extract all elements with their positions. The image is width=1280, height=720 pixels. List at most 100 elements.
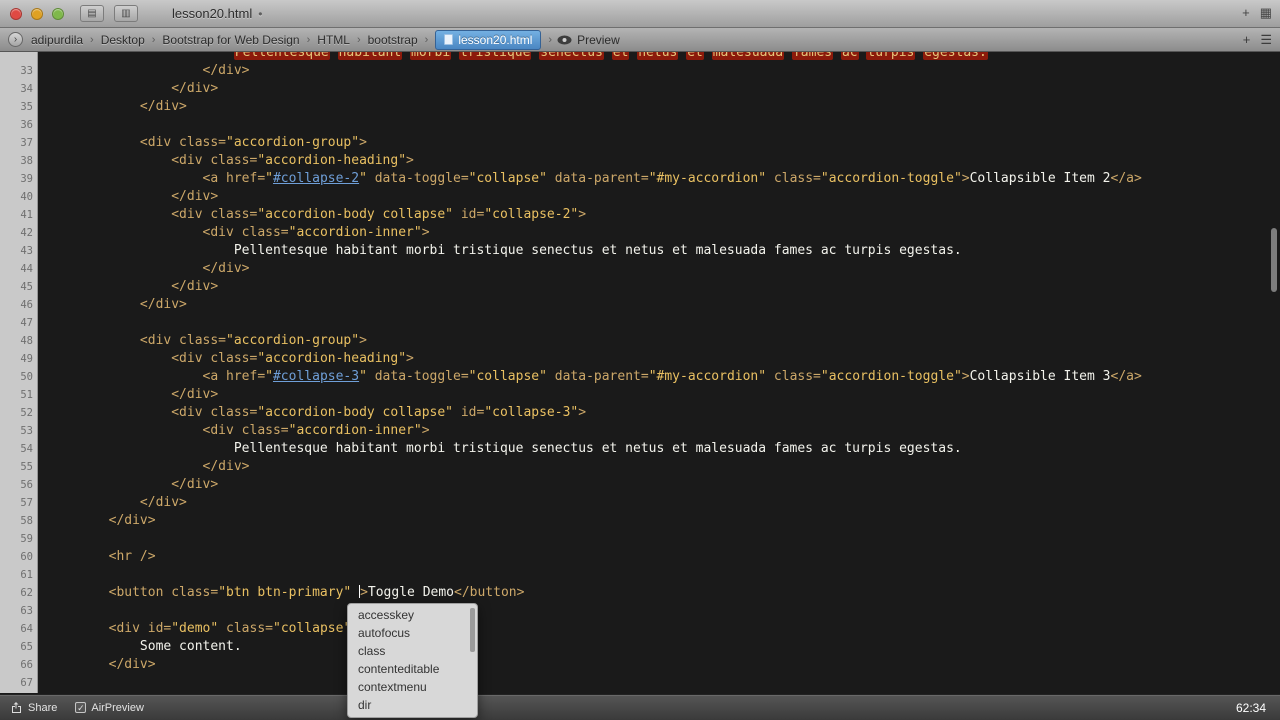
airpreview-toggle[interactable]: ✓ AirPreview <box>75 702 144 714</box>
line-number: 49 <box>20 353 33 365</box>
code-token: Pellentesque <box>233 52 330 60</box>
code-line[interactable]: 39 <a href="#collapse-2" data-toggle="co… <box>0 170 1280 188</box>
breadcrumb-item[interactable]: HTML <box>315 33 352 47</box>
zoom-button[interactable] <box>52 8 64 20</box>
modified-indicator: • <box>258 7 263 21</box>
code-text: <div class="accordion-inner"> <box>39 224 430 242</box>
code-token: <div class= <box>46 405 258 420</box>
popup-scrollbar-thumb[interactable] <box>470 608 475 652</box>
code-token: </div> <box>46 657 156 672</box>
editor-scrollbar-thumb[interactable] <box>1271 228 1277 292</box>
code-text: Pellentesque habitant morbi tristique se… <box>39 440 962 458</box>
code-token: </a> <box>1110 171 1142 186</box>
code-token: </div> <box>46 513 156 528</box>
code-line[interactable]: 42 <div class="accordion-inner"> <box>0 224 1280 242</box>
code-line[interactable]: 61 <box>0 566 1280 584</box>
code-token: > <box>421 225 430 240</box>
code-line[interactable]: 52 <div class="accordion-body collapse" … <box>0 404 1280 422</box>
share-button[interactable]: Share <box>10 701 57 714</box>
code-line[interactable]: 43 Pellentesque habitant morbi tristique… <box>0 242 1280 260</box>
autocomplete-item[interactable]: accesskey <box>348 606 477 624</box>
code-line[interactable]: 58 </div> <box>0 512 1280 530</box>
code-line[interactable]: 55 </div> <box>0 458 1280 476</box>
toolbar-view-icon[interactable]: ▤ <box>80 5 104 22</box>
code-line[interactable]: 48 <div class="accordion-group"> <box>0 332 1280 350</box>
code-line[interactable]: 46 </div> <box>0 296 1280 314</box>
code-line[interactable]: 60 <hr /> <box>0 548 1280 566</box>
breadcrumb-item[interactable]: Bootstrap for Web Design <box>160 33 301 47</box>
code-line[interactable]: 59 <box>0 530 1280 548</box>
code-line[interactable]: 64 <div id="demo" class="collapse"> <box>0 620 1280 638</box>
new-tab-icon[interactable]: + <box>1242 5 1250 21</box>
code-line[interactable]: 41 <div class="accordion-body collapse" … <box>0 206 1280 224</box>
code-token: > <box>406 351 414 366</box>
autocomplete-item[interactable]: class <box>348 642 477 660</box>
line-number: 58 <box>20 515 33 527</box>
code-line[interactable]: 50 <a href="#collapse-3" data-toggle="co… <box>0 368 1280 386</box>
add-icon[interactable]: + <box>1243 32 1251 48</box>
code-line[interactable]: Pellentesque habitant morbi tristique se… <box>0 52 1280 62</box>
code-line[interactable]: 62 <button class="btn btn-primary" >Togg… <box>0 584 1280 602</box>
code-text: </div> <box>39 188 218 206</box>
breadcrumb-item[interactable]: Desktop <box>99 33 147 47</box>
code-line[interactable]: 36 <box>0 116 1280 134</box>
code-line[interactable]: 65 Some content. <box>0 638 1280 656</box>
code-token: id= <box>453 405 485 420</box>
code-token: Collapsible Item 3 <box>969 369 1111 384</box>
code-editor[interactable]: Pellentesque habitant morbi tristique se… <box>0 52 1280 693</box>
breadcrumb-item[interactable]: adipurdila <box>29 33 85 47</box>
list-icon[interactable]: ☰ <box>1260 32 1272 48</box>
preview-label: Preview <box>577 32 620 47</box>
autocomplete-item[interactable]: disabled <box>348 714 477 717</box>
code-token: senectus <box>539 52 604 60</box>
code-line[interactable]: 45 </div> <box>0 278 1280 296</box>
code-token: <div class= <box>46 153 258 168</box>
minimize-button[interactable] <box>31 8 43 20</box>
code-line[interactable]: 33 </div> <box>0 62 1280 80</box>
code-line[interactable]: 49 <div class="accordion-heading"> <box>0 350 1280 368</box>
code-line[interactable]: 63 <box>0 602 1280 620</box>
code-line[interactable]: 56 </div> <box>0 476 1280 494</box>
code-token: </div> <box>46 81 219 96</box>
code-token: </div> <box>46 387 219 402</box>
autocomplete-item[interactable]: contenteditable <box>348 660 477 678</box>
panel-toggle-icon[interactable]: ▦ <box>1260 5 1272 21</box>
code-line[interactable]: 37 <div class="accordion-group"> <box>0 134 1280 152</box>
code-line[interactable]: 53 <div class="accordion-inner"> <box>0 422 1280 440</box>
line-number: 57 <box>20 497 33 509</box>
breadcrumb-item[interactable]: bootstrap <box>366 33 420 47</box>
autocomplete-item[interactable]: dir <box>348 696 477 714</box>
timer-display: 62:34 <box>1235 700 1266 715</box>
path-root-icon[interactable]: › <box>8 32 23 47</box>
code-token: netus <box>637 52 679 60</box>
code-text: <div class="accordion-body collapse" id=… <box>39 206 586 224</box>
code-line[interactable]: 47 <box>0 314 1280 332</box>
breadcrumb-item-preview[interactable]: Preview <box>557 33 620 47</box>
code-link-token: #collapse-3 <box>272 369 360 384</box>
breadcrumb-item-active[interactable]: lesson20.html <box>435 29 542 50</box>
sidebar-toggle-icon[interactable]: ▥ <box>114 5 138 22</box>
document-tab[interactable]: lesson20.html • <box>172 6 262 21</box>
code-line[interactable]: 44 </div> <box>0 260 1280 278</box>
code-line[interactable]: 51 </div> <box>0 386 1280 404</box>
code-line[interactable]: 40 </div> <box>0 188 1280 206</box>
autocomplete-item[interactable]: contextmenu <box>348 678 477 696</box>
code-line[interactable]: 54 Pellentesque habitant morbi tristique… <box>0 440 1280 458</box>
code-line[interactable]: 57 </div> <box>0 494 1280 512</box>
close-button[interactable] <box>10 8 22 20</box>
eye-icon <box>557 35 572 44</box>
code-token: "accordion-body collapse" <box>257 207 453 222</box>
code-line[interactable]: 38 <div class="accordion-heading"> <box>0 152 1280 170</box>
code-line[interactable]: 34 </div> <box>0 80 1280 98</box>
code-line[interactable]: 66 </div> <box>0 656 1280 674</box>
code-line[interactable]: 35 </div> <box>0 98 1280 116</box>
code-token: <div class= <box>46 207 258 222</box>
code-line[interactable]: 67 <box>0 674 1280 692</box>
autocomplete-item[interactable]: autofocus <box>348 624 477 642</box>
code-token: </div> <box>46 297 187 312</box>
